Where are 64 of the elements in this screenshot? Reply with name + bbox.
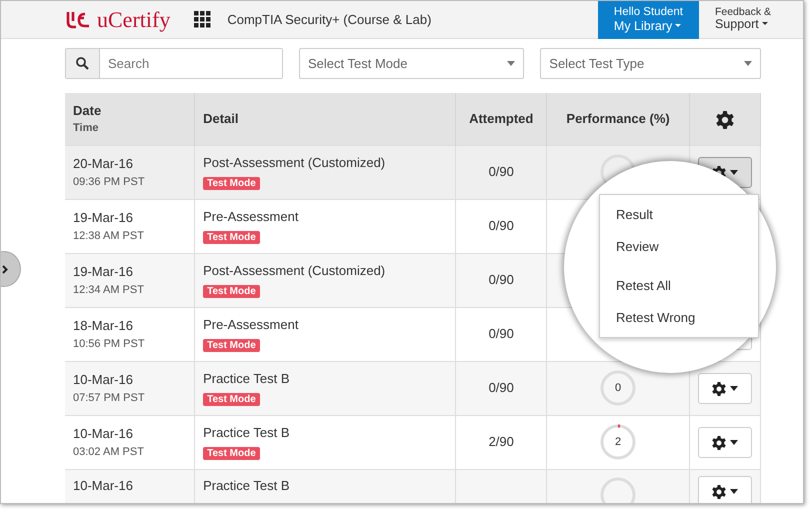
attempted-count: 0/90: [488, 218, 514, 234]
caret-icon: [730, 489, 738, 494]
select-dropdown[interactable]: Select Test Mode: [299, 48, 524, 79]
course-title: CompTIA Security+ (Course & Lab): [227, 10, 432, 29]
column-subheader: Time: [73, 121, 100, 136]
date-text: 10-Mar-16: [73, 476, 134, 494]
user-menu[interactable]: Hello Student My Library: [598, 1, 699, 38]
test-name[interactable]: Post-Assessment (Customized): [203, 152, 448, 172]
actions-dropdown-button[interactable]: [698, 372, 752, 404]
attempted-count: 2/90: [488, 434, 514, 450]
feedback-menu[interactable]: Feedback & Support: [698, 1, 787, 38]
mode-badge: Test Mode: [203, 339, 260, 352]
score-value: 0: [614, 380, 622, 396]
apps-grid-icon[interactable]: [194, 11, 212, 28]
time-text: 10:56 PM PST: [73, 336, 146, 352]
menu-item[interactable]: Review: [600, 230, 758, 262]
date-text: 10-Mar-16: [73, 371, 134, 389]
test-name[interactable]: Pre-Assessment: [203, 314, 448, 334]
caret-icon: [507, 61, 516, 66]
date-text: 18-Mar-16: [73, 317, 134, 335]
attempted-count: 0/90: [488, 164, 514, 180]
date-text: 10-Mar-16: [73, 425, 134, 443]
caret-icon: [730, 440, 738, 446]
test-name[interactable]: Post-Assessment (Customized): [203, 260, 448, 280]
settings-icon: [716, 110, 734, 129]
menu-item[interactable]: Retest Wrong: [600, 302, 758, 333]
date-text: 20-Mar-16: [73, 155, 134, 173]
search-icon: [76, 57, 89, 70]
gear-icon: [712, 436, 726, 450]
caret-icon: [730, 386, 738, 392]
caret-icon: [730, 170, 738, 176]
mode-badge: Test Mode: [203, 447, 260, 460]
time-text: 03:02 AM PST: [73, 444, 145, 460]
brand-name[interactable]: uCertify: [97, 8, 170, 30]
caret-icon: [744, 61, 752, 66]
menu-item[interactable]: Retest All: [600, 270, 758, 302]
date-text: 19-Mar-16: [73, 263, 134, 281]
chevron-right-icon: [2, 264, 8, 274]
gear-icon: [712, 484, 726, 499]
time-text: 12:38 AM PST: [73, 228, 145, 244]
column-header[interactable]: Date: [73, 100, 186, 120]
time-text: 12:34 AM PST: [73, 282, 145, 298]
test-name[interactable]: Pre-Assessment: [203, 206, 448, 226]
search-field[interactable]: Search: [65, 48, 283, 79]
time-text: 09:36 PM PST: [73, 174, 146, 190]
menu-item[interactable]: Result: [600, 199, 758, 230]
time-text: 07:57 PM PST: [73, 390, 146, 406]
score-value: 2: [614, 434, 622, 450]
date-text: 19-Mar-16: [73, 209, 134, 227]
mode-badge: Test Mode: [203, 231, 260, 244]
attempted-count: 0/90: [488, 326, 514, 342]
mode-badge: Test Mode: [203, 285, 260, 298]
test-name[interactable]: Practice Test B: [203, 368, 448, 388]
mode-badge: Test Mode: [203, 393, 260, 406]
score-ring: [599, 369, 638, 407]
score-ring: [599, 423, 638, 461]
select-dropdown[interactable]: Select Test Type: [540, 48, 761, 79]
test-name[interactable]: Practice Test B: [203, 422, 448, 442]
actions-dropdown-button[interactable]: [698, 426, 752, 458]
attempted-count: 0/90: [488, 380, 514, 396]
actions-dropdown-button[interactable]: [698, 476, 752, 503]
attempted-count: 0/90: [488, 272, 514, 288]
mode-badge: Test Mode: [203, 177, 260, 190]
gear-icon: [712, 382, 726, 396]
